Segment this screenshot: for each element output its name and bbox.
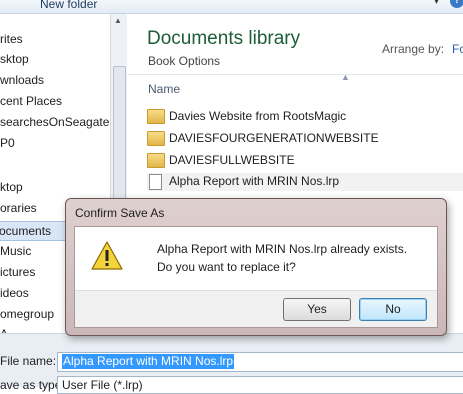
dialog-message-line1: Alpha Report with MRIN Nos.lrp already e… — [157, 242, 408, 256]
nav-item-libraries[interactable]: oraries — [0, 201, 37, 215]
file-name: Davies Website from RootsMagic — [169, 109, 347, 123]
list-item[interactable]: Alpha Report with MRIN Nos.lrp — [147, 173, 463, 191]
folder-icon — [147, 153, 165, 168]
nav-item-pictures[interactable]: ictures — [0, 265, 35, 279]
list-item[interactable]: Davies Website from RootsMagic — [147, 108, 463, 126]
dialog-content: Alpha Report with MRIN Nos.lrp already e… — [74, 226, 438, 328]
save-type-label: ave as type: — [0, 378, 65, 392]
column-header-name[interactable]: Name — [148, 82, 180, 96]
scroll-up-icon[interactable]: ▲ — [114, 16, 122, 25]
warning-icon — [91, 241, 123, 270]
library-title: Documents library — [147, 28, 301, 49]
file-name-value: Alpha Report with MRIN Nos.lrp — [62, 354, 235, 369]
nav-item-recent-places[interactable]: cent Places — [0, 94, 62, 108]
save-type-select[interactable]: User File (*.lrp) — [57, 376, 463, 394]
nav-item-desktop[interactable]: sktop — [0, 52, 29, 66]
list-item[interactable]: DAVIESFULLWEBSITE — [147, 152, 463, 170]
nav-item-p0[interactable]: P0 — [0, 136, 15, 150]
confirm-save-as-dialog: Confirm Save As Alpha Report with MRIN N… — [65, 198, 447, 336]
view-dropdown-icon[interactable]: ▾ — [434, 0, 439, 7]
folder-icon — [147, 109, 165, 124]
scroll-thumb[interactable] — [113, 66, 126, 208]
list-item[interactable]: DAVIESFOURGENERATIONWEBSITE — [147, 130, 463, 148]
dialog-title: Confirm Save As — [75, 206, 165, 220]
nav-item-desktop-2[interactable]: ktop — [0, 180, 23, 194]
help-icon[interactable]: ? — [450, 0, 463, 8]
no-button[interactable]: No — [359, 298, 427, 321]
file-name-input[interactable]: Alpha Report with MRIN Nos.lrp — [57, 352, 463, 372]
yes-button[interactable]: Yes — [283, 298, 351, 321]
folder-icon — [147, 131, 165, 146]
file-name: DAVIESFOURGENERATIONWEBSITE — [169, 131, 379, 145]
nav-item-favorites[interactable]: rites — [0, 32, 23, 46]
file-name-label: File name: — [0, 354, 57, 368]
save-type-value: User File (*.lrp) — [62, 378, 143, 392]
arrange-by-dropdown[interactable]: Fo — [452, 42, 463, 56]
nav-item-downloads[interactable]: wnloads — [0, 73, 44, 87]
nav-item-music[interactable]: Music — [0, 244, 31, 258]
document-icon — [149, 174, 162, 190]
nav-item-searches[interactable]: searchesOnSeagate — [0, 115, 109, 129]
file-name: DAVIESFULLWEBSITE — [169, 153, 295, 167]
library-subtitle[interactable]: Book Options — [148, 54, 220, 68]
file-name: Alpha Report with MRIN Nos.lrp — [169, 174, 340, 188]
arrange-by-label: Arrange by: — [382, 42, 445, 56]
new-folder-button[interactable]: New folder — [40, 0, 97, 11]
dialog-body: Alpha Report with MRIN Nos.lrp already e… — [75, 227, 437, 291]
column-divider — [127, 74, 463, 75]
nav-item-homegroup[interactable]: omegroup — [0, 307, 54, 321]
dialog-message-line2: Do you want to replace it? — [157, 260, 296, 274]
nav-item-videos[interactable]: ideos — [0, 286, 29, 300]
toolbar: New folder ▾ ? — [0, 0, 463, 14]
save-panel: File name: Alpha Report with MRIN Nos.lr… — [0, 333, 463, 394]
